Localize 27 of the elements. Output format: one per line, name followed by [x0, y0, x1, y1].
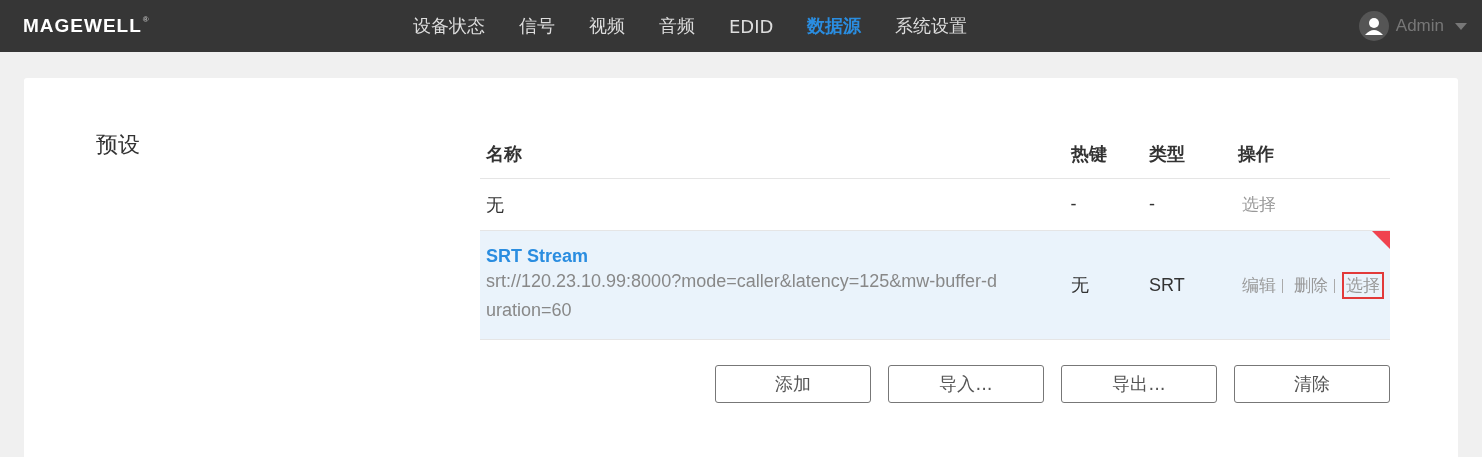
action-button[interactable]: 清除 — [1234, 365, 1390, 403]
preset-name: SRT Stream — [486, 245, 590, 267]
action-button[interactable]: 添加 — [715, 365, 871, 403]
section-title: 预设 — [96, 132, 140, 157]
corner-flag-icon — [1372, 231, 1390, 249]
preset-row[interactable]: 无 - - 选择 — [480, 178, 1390, 231]
type-text: - — [1149, 194, 1156, 214]
column-header: 名称 — [480, 130, 1065, 179]
nav-tab[interactable]: 信号 — [502, 14, 572, 38]
caret-icon[interactable] — [1455, 22, 1467, 30]
nav-tab[interactable]: 音频 — [642, 14, 712, 38]
nav-tab[interactable]: 系统设置 — [878, 14, 985, 38]
column-header: 类型 — [1143, 130, 1232, 179]
action-button[interactable]: 导出... — [1061, 365, 1217, 403]
column-header: 热键 — [1064, 130, 1144, 179]
preset-name: 无 — [486, 193, 505, 217]
logo[interactable]: MAGEWELL$^{®}$ — [23, 15, 150, 37]
action-button[interactable]: 导入... — [888, 365, 1044, 403]
preset-url: srt://120.23.10.99:8000?mode=caller&latency=125&mw-buffer-duration=60 — [486, 269, 998, 322]
type-text: SRT — [1149, 274, 1185, 295]
avatar-icon[interactable] — [1358, 11, 1389, 41]
nav-tab[interactable]: 视频 — [572, 14, 642, 38]
column-header: 操作 — [1231, 130, 1390, 179]
hotkey-text: - — [1070, 194, 1077, 214]
hotkey-text: 无 — [1070, 275, 1089, 295]
nav-tab[interactable]: 设备状态 — [396, 14, 502, 38]
nav-tab[interactable]: EDID — [712, 15, 791, 37]
